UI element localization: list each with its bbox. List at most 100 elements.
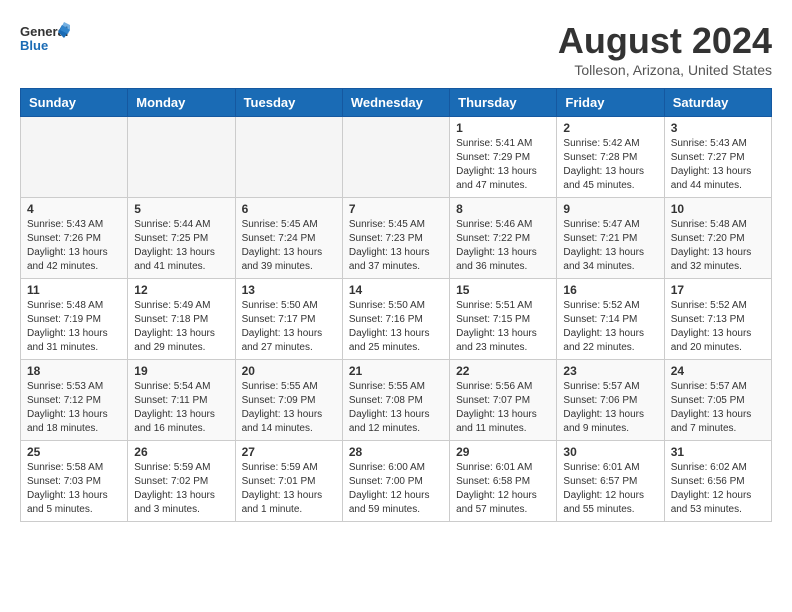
calendar-cell: 1 Sunrise: 5:41 AMSunset: 7:29 PMDaylight… xyxy=(450,117,557,198)
day-info: Sunrise: 5:59 AMSunset: 7:01 PMDaylight:… xyxy=(242,461,336,517)
day-info: Sunrise: 6:00 AMSunset: 7:00 PMDaylight:… xyxy=(349,461,443,517)
day-info: Sunrise: 5:59 AMSunset: 7:02 PMDaylight:… xyxy=(134,461,228,517)
day-info: Sunrise: 5:53 AMSunset: 7:12 PMDaylight:… xyxy=(27,380,121,436)
calendar-cell: 8 Sunrise: 5:46 AMSunset: 7:22 PMDaylight… xyxy=(450,198,557,279)
day-number: 29 xyxy=(456,445,550,459)
day-number: 6 xyxy=(242,202,336,216)
calendar-cell: 27Sunrise: 5:59 AMSunset: 7:01 PMDayligh… xyxy=(235,441,342,522)
weekday-header-wednesday: Wednesday xyxy=(342,89,449,117)
day-info: Sunrise: 5:41 AMSunset: 7:29 PMDaylight:… xyxy=(456,137,550,193)
day-number: 8 xyxy=(456,202,550,216)
day-number: 10 xyxy=(671,202,765,216)
day-info: Sunrise: 5:47 AMSunset: 7:21 PMDaylight:… xyxy=(563,218,657,274)
day-number: 15 xyxy=(456,283,550,297)
day-number: 28 xyxy=(349,445,443,459)
weekday-header-monday: Monday xyxy=(128,89,235,117)
calendar-cell: 9 Sunrise: 5:47 AMSunset: 7:21 PMDaylight… xyxy=(557,198,664,279)
logo: General Blue xyxy=(20,20,70,60)
day-number: 19 xyxy=(134,364,228,378)
calendar-cell: 25Sunrise: 5:58 AMSunset: 7:03 PMDayligh… xyxy=(21,441,128,522)
day-info: Sunrise: 5:50 AMSunset: 7:17 PMDaylight:… xyxy=(242,299,336,355)
day-info: Sunrise: 5:48 AMSunset: 7:20 PMDaylight:… xyxy=(671,218,765,274)
day-number: 24 xyxy=(671,364,765,378)
day-info: Sunrise: 5:54 AMSunset: 7:11 PMDaylight:… xyxy=(134,380,228,436)
weekday-header-saturday: Saturday xyxy=(664,89,771,117)
day-info: Sunrise: 5:45 AMSunset: 7:24 PMDaylight:… xyxy=(242,218,336,274)
calendar-cell xyxy=(235,117,342,198)
calendar-cell: 16Sunrise: 5:52 AMSunset: 7:14 PMDayligh… xyxy=(557,279,664,360)
day-number: 9 xyxy=(563,202,657,216)
day-number: 26 xyxy=(134,445,228,459)
day-number: 23 xyxy=(563,364,657,378)
calendar-cell: 12 Sunrise: 5:49 AMSunset: 7:18 PMDayligh… xyxy=(128,279,235,360)
day-number: 18 xyxy=(27,364,121,378)
day-number: 30 xyxy=(563,445,657,459)
day-info: Sunrise: 5:46 AMSunset: 7:22 PMDaylight:… xyxy=(456,218,550,274)
calendar-cell: 15 Sunrise: 5:51 AMSunset: 7:15 PMDayligh… xyxy=(450,279,557,360)
day-number: 7 xyxy=(349,202,443,216)
day-number: 2 xyxy=(563,121,657,135)
calendar-cell xyxy=(342,117,449,198)
calendar-cell: 21Sunrise: 5:55 AMSunset: 7:08 PMDayligh… xyxy=(342,360,449,441)
calendar-cell xyxy=(128,117,235,198)
calendar-cell: 29 Sunrise: 6:01 AMSunset: 6:58 PMDayligh… xyxy=(450,441,557,522)
day-number: 22 xyxy=(456,364,550,378)
day-info: Sunrise: 5:56 AMSunset: 7:07 PMDaylight:… xyxy=(456,380,550,436)
calendar-cell: 3 Sunrise: 5:43 AMSunset: 7:27 PMDaylight… xyxy=(664,117,771,198)
day-info: Sunrise: 6:01 AMSunset: 6:57 PMDaylight:… xyxy=(563,461,657,517)
day-info: Sunrise: 6:02 AMSunset: 6:56 PMDaylight:… xyxy=(671,461,765,517)
calendar-cell: 10 Sunrise: 5:48 AMSunset: 7:20 PMDayligh… xyxy=(664,198,771,279)
calendar-cell: 13 Sunrise: 5:50 AMSunset: 7:17 PMDayligh… xyxy=(235,279,342,360)
calendar-cell: 18 Sunrise: 5:53 AMSunset: 7:12 PMDayligh… xyxy=(21,360,128,441)
weekday-header-friday: Friday xyxy=(557,89,664,117)
day-info: Sunrise: 5:57 AMSunset: 7:05 PMDaylight:… xyxy=(671,380,765,436)
calendar-cell: 17 Sunrise: 5:52 AMSunset: 7:13 PMDayligh… xyxy=(664,279,771,360)
calendar-cell: 14Sunrise: 5:50 AMSunset: 7:16 PMDayligh… xyxy=(342,279,449,360)
day-info: Sunrise: 5:55 AMSunset: 7:09 PMDaylight:… xyxy=(242,380,336,436)
day-number: 11 xyxy=(27,283,121,297)
calendar-cell: 5 Sunrise: 5:44 AMSunset: 7:25 PMDaylight… xyxy=(128,198,235,279)
calendar-cell: 7 Sunrise: 5:45 AMSunset: 7:23 PMDaylight… xyxy=(342,198,449,279)
calendar-cell: 19 Sunrise: 5:54 AMSunset: 7:11 PMDayligh… xyxy=(128,360,235,441)
day-info: Sunrise: 5:44 AMSunset: 7:25 PMDaylight:… xyxy=(134,218,228,274)
calendar-cell: 4 Sunrise: 5:43 AMSunset: 7:26 PMDaylight… xyxy=(21,198,128,279)
weekday-header-sunday: Sunday xyxy=(21,89,128,117)
calendar-cell: 24 Sunrise: 5:57 AMSunset: 7:05 PMDayligh… xyxy=(664,360,771,441)
calendar-table: SundayMondayTuesdayWednesdayThursdayFrid… xyxy=(20,88,772,522)
day-info: Sunrise: 5:51 AMSunset: 7:15 PMDaylight:… xyxy=(456,299,550,355)
calendar-week-row: 18 Sunrise: 5:53 AMSunset: 7:12 PMDayligh… xyxy=(21,360,772,441)
day-info: Sunrise: 5:43 AMSunset: 7:27 PMDaylight:… xyxy=(671,137,765,193)
header: General Blue August 2024 Tolleson, Arizo… xyxy=(20,20,772,78)
svg-text:Blue: Blue xyxy=(20,38,48,53)
calendar-cell: 31 Sunrise: 6:02 AMSunset: 6:56 PMDayligh… xyxy=(664,441,771,522)
day-number: 1 xyxy=(456,121,550,135)
day-info: Sunrise: 5:45 AMSunset: 7:23 PMDaylight:… xyxy=(349,218,443,274)
weekday-header-row: SundayMondayTuesdayWednesdayThursdayFrid… xyxy=(21,89,772,117)
day-number: 5 xyxy=(134,202,228,216)
weekday-header-tuesday: Tuesday xyxy=(235,89,342,117)
calendar-cell: 2Sunrise: 5:42 AMSunset: 7:28 PMDaylight… xyxy=(557,117,664,198)
calendar-cell: 30 Sunrise: 6:01 AMSunset: 6:57 PMDayligh… xyxy=(557,441,664,522)
day-number: 13 xyxy=(242,283,336,297)
day-info: Sunrise: 5:52 AMSunset: 7:14 PMDaylight:… xyxy=(563,299,657,355)
day-info: Sunrise: 5:50 AMSunset: 7:16 PMDaylight:… xyxy=(349,299,443,355)
day-number: 3 xyxy=(671,121,765,135)
day-info: Sunrise: 5:52 AMSunset: 7:13 PMDaylight:… xyxy=(671,299,765,355)
day-number: 31 xyxy=(671,445,765,459)
day-info: Sunrise: 5:49 AMSunset: 7:18 PMDaylight:… xyxy=(134,299,228,355)
day-info: Sunrise: 5:43 AMSunset: 7:26 PMDaylight:… xyxy=(27,218,121,274)
day-number: 12 xyxy=(134,283,228,297)
day-info: Sunrise: 5:57 AMSunset: 7:06 PMDaylight:… xyxy=(563,380,657,436)
weekday-header-thursday: Thursday xyxy=(450,89,557,117)
day-info: Sunrise: 5:55 AMSunset: 7:08 PMDaylight:… xyxy=(349,380,443,436)
calendar-week-row: 1 Sunrise: 5:41 AMSunset: 7:29 PMDaylight… xyxy=(21,117,772,198)
day-number: 4 xyxy=(27,202,121,216)
day-info: Sunrise: 6:01 AMSunset: 6:58 PMDaylight:… xyxy=(456,461,550,517)
calendar-cell: 11 Sunrise: 5:48 AMSunset: 7:19 PMDayligh… xyxy=(21,279,128,360)
calendar-cell: 23 Sunrise: 5:57 AMSunset: 7:06 PMDayligh… xyxy=(557,360,664,441)
day-number: 17 xyxy=(671,283,765,297)
calendar-title: August 2024 xyxy=(558,20,772,62)
calendar-cell: 28 Sunrise: 6:00 AMSunset: 7:00 PMDayligh… xyxy=(342,441,449,522)
day-info: Sunrise: 5:48 AMSunset: 7:19 PMDaylight:… xyxy=(27,299,121,355)
title-section: August 2024 Tolleson, Arizona, United St… xyxy=(558,20,772,78)
